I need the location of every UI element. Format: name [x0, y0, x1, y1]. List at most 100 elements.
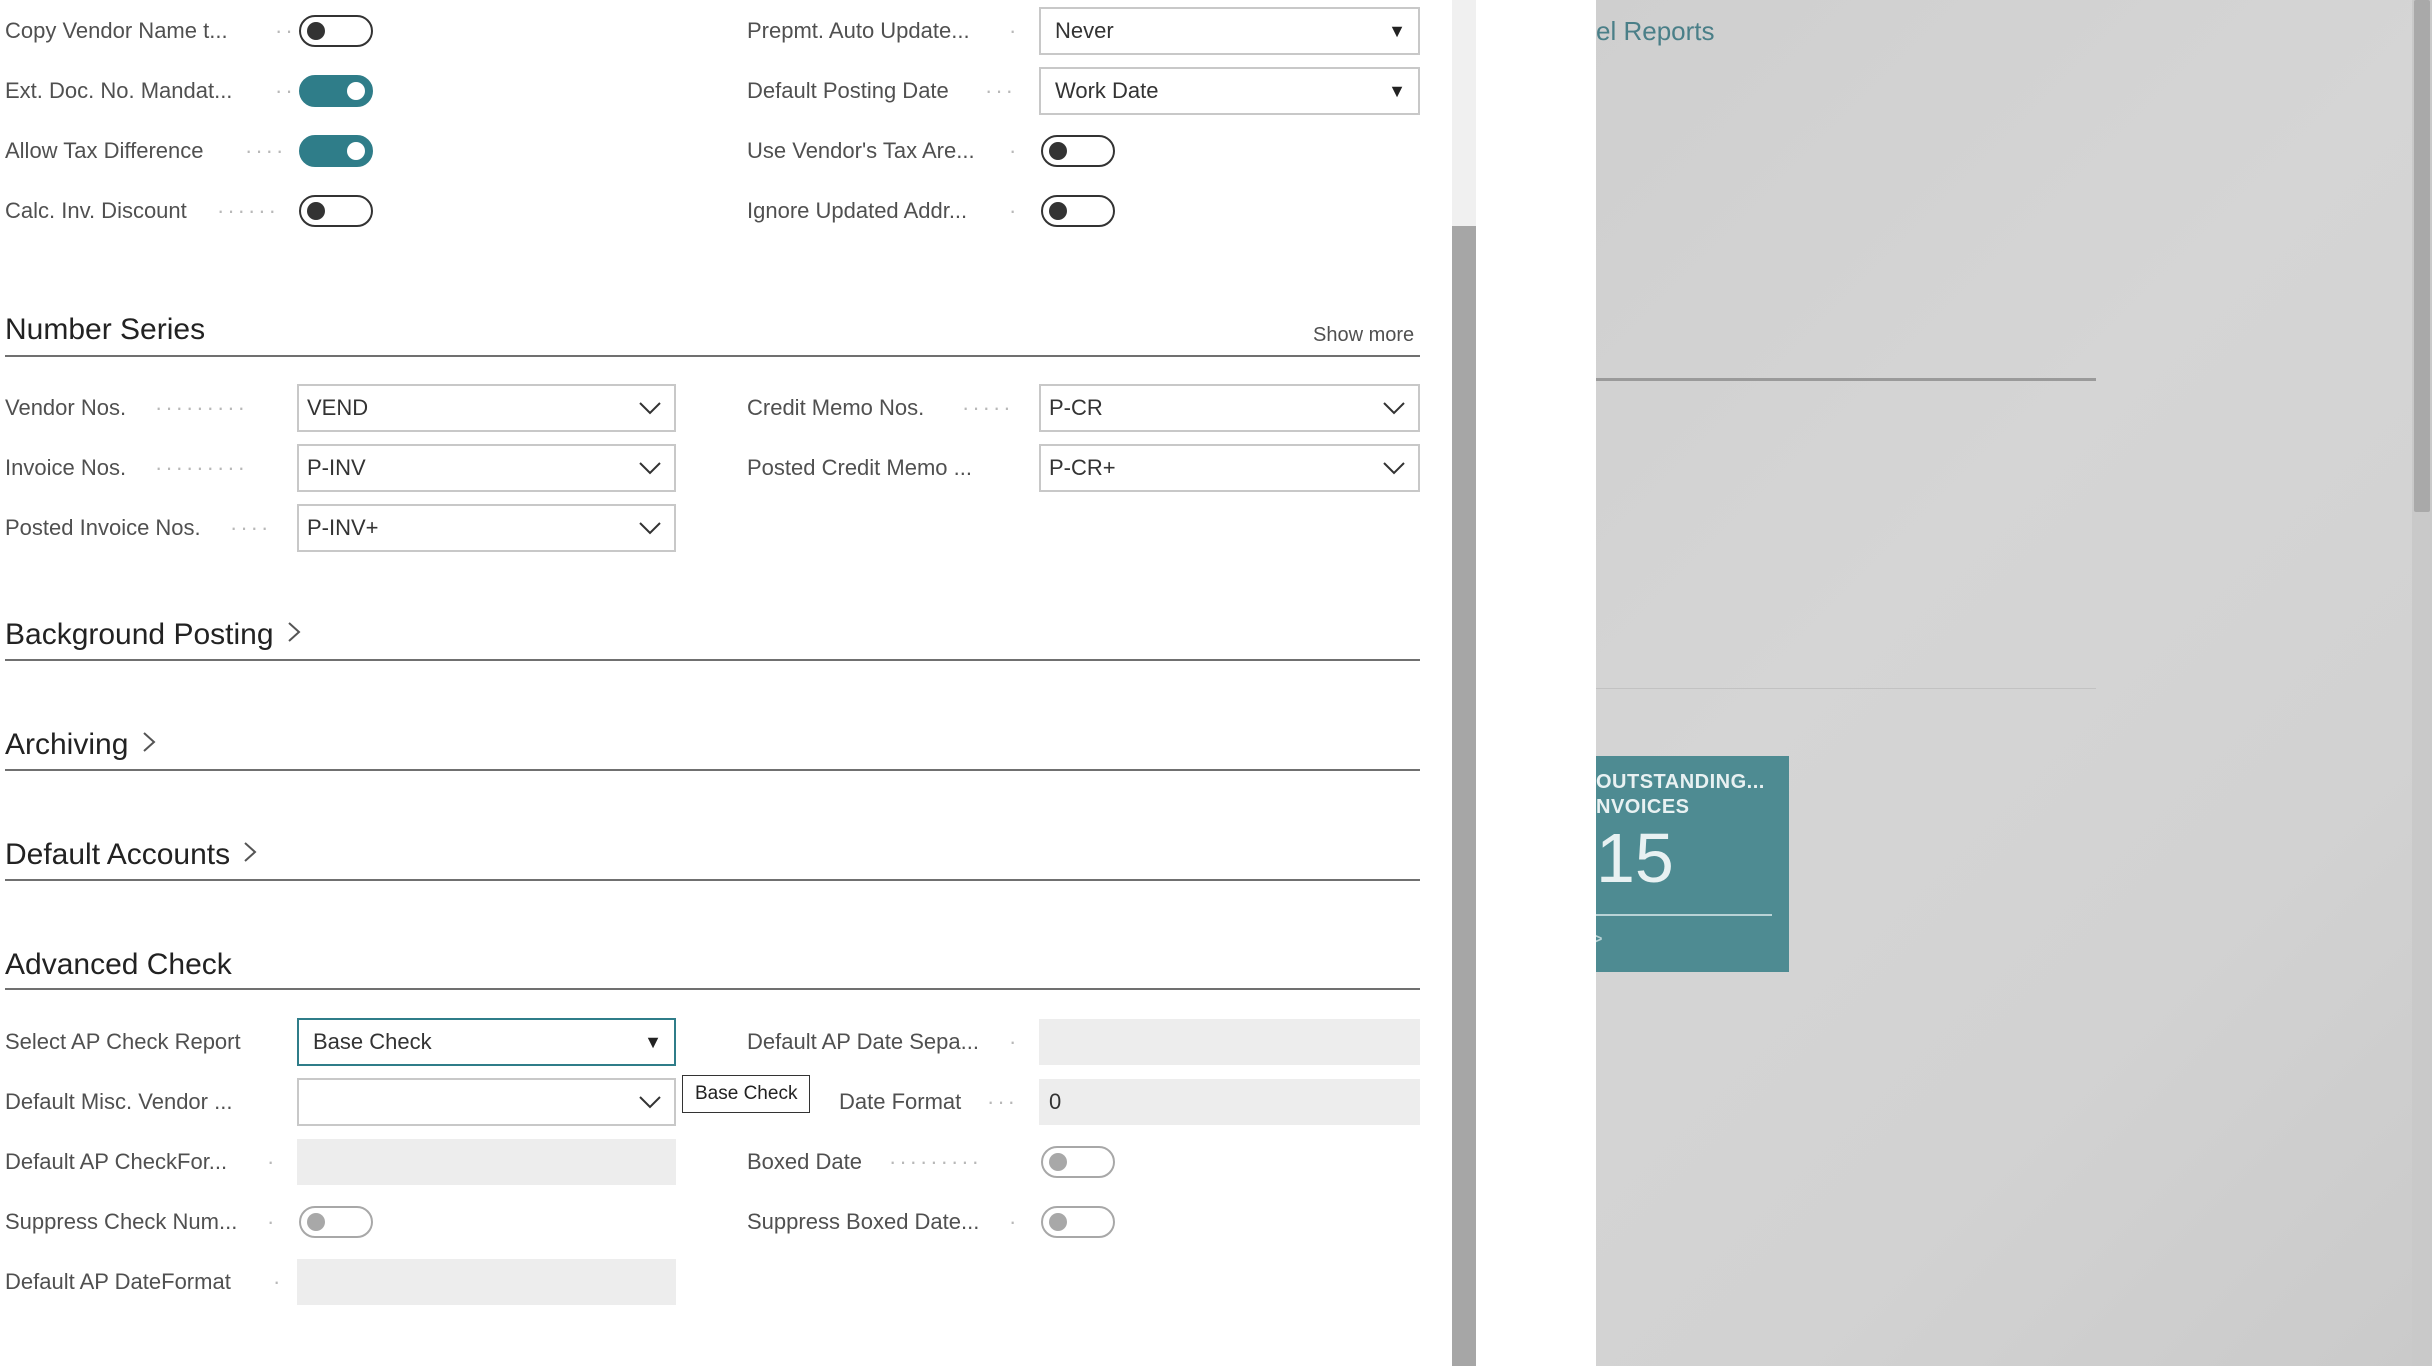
- tile-divider: [1596, 914, 1772, 916]
- prepmt-auto-update-field: Prepmt. Auto Update... · Never ▼: [747, 7, 1420, 55]
- credit-memo-nos-input[interactable]: P-CR: [1039, 384, 1420, 432]
- field-label: Date Format: [839, 1089, 962, 1114]
- field-label: Default AP CheckFor...: [5, 1149, 228, 1174]
- date-format-input[interactable]: 0: [1039, 1079, 1420, 1125]
- allow-tax-difference-toggle[interactable]: [299, 135, 373, 167]
- dropdown-arrow-icon: ▼: [1388, 21, 1406, 41]
- field-label: Vendor Nos.: [5, 395, 127, 420]
- default-ap-dateformat-field: Default AP DateFormat ·: [5, 1258, 676, 1306]
- field-label: Suppress Check Num...: [5, 1209, 238, 1234]
- chevron-down-icon: [1383, 462, 1405, 475]
- chevron-down-icon: [639, 1096, 661, 1109]
- section-title: Archiving: [5, 728, 129, 761]
- tooltip: Base Check: [682, 1075, 811, 1113]
- use-vendor-tax-area-toggle[interactable]: [1041, 135, 1115, 167]
- archiving-header[interactable]: Archiving: [5, 728, 157, 762]
- posted-invoice-nos-input[interactable]: P-INV+: [297, 504, 676, 552]
- section-title: Default Accounts: [5, 838, 231, 871]
- field-label: Prepmt. Auto Update...: [747, 18, 970, 43]
- boxed-date-toggle[interactable]: [1041, 1146, 1115, 1178]
- default-ap-checkformat-input[interactable]: [297, 1139, 676, 1185]
- show-more-link[interactable]: Show more: [1313, 324, 1414, 347]
- input-value: P-CR: [1049, 395, 1103, 420]
- field-label: Select AP Check Report: [5, 1029, 241, 1054]
- posted-credit-memo-nos-field: Posted Credit Memo ... P-CR+: [747, 444, 1420, 492]
- copy-vendor-name-toggle[interactable]: [299, 15, 373, 47]
- copy-vendor-name-field: Copy Vendor Name t... ··: [5, 7, 375, 55]
- vendor-setup-panel: Copy Vendor Name t... ·· Ext. Doc. No. M…: [0, 0, 1476, 1366]
- invoice-nos-input[interactable]: P-INV: [297, 444, 676, 492]
- field-label: Ext. Doc. No. Mandat...: [5, 78, 233, 103]
- default-accounts-header[interactable]: Default Accounts: [5, 838, 258, 872]
- select-value: Base Check: [313, 1029, 432, 1054]
- panel-gap: [1476, 0, 1596, 1366]
- section-title: Background Posting: [5, 618, 274, 651]
- calc-inv-discount-toggle[interactable]: [299, 195, 373, 227]
- field-label: Boxed Date: [747, 1149, 862, 1174]
- default-misc-vendor-input[interactable]: [297, 1078, 676, 1126]
- field-label: Use Vendor's Tax Are...: [747, 138, 975, 163]
- section-divider: [5, 355, 1420, 357]
- select-value: Never: [1055, 18, 1114, 43]
- default-misc-vendor-field: Default Misc. Vendor ...: [5, 1078, 676, 1126]
- field-label: Default Posting Date: [747, 78, 949, 103]
- field-label: Suppress Boxed Date...: [747, 1209, 980, 1234]
- chevron-down-icon: [639, 522, 661, 535]
- invoice-nos-field: Invoice Nos. ········· P-INV: [5, 444, 676, 492]
- background-divider: [1596, 378, 2096, 381]
- advanced-check-title: Advanced Check: [5, 948, 232, 981]
- number-series-title: Number Series: [5, 313, 206, 346]
- suppress-check-num-toggle[interactable]: [299, 1206, 373, 1238]
- input-value: P-INV: [307, 455, 366, 480]
- section-divider: [5, 659, 1420, 661]
- field-label: Allow Tax Difference: [5, 138, 204, 163]
- background-posting-header[interactable]: Background Posting: [5, 618, 302, 652]
- prepmt-auto-update-select[interactable]: Never ▼: [1039, 7, 1420, 55]
- use-vendor-tax-area-field: Use Vendor's Tax Are... ·: [747, 127, 1420, 175]
- default-ap-date-separator-field: Default AP Date Sepa... ·: [747, 1018, 1420, 1066]
- chevron-right-icon: [244, 842, 257, 862]
- field-label: Calc. Inv. Discount: [5, 198, 187, 223]
- calc-inv-discount-field: Calc. Inv. Discount ······: [5, 187, 375, 235]
- tile-title: OUTSTANDING... NVOICES: [1596, 771, 1765, 818]
- field-label: Ignore Updated Addr...: [747, 198, 968, 223]
- vendor-nos-input[interactable]: VEND: [297, 384, 676, 432]
- field-label: Copy Vendor Name t...: [5, 18, 228, 43]
- input-value: P-CR+: [1049, 455, 1116, 480]
- field-label: Invoice Nos.: [5, 455, 127, 480]
- tile-count: 15: [1596, 819, 1674, 897]
- suppress-boxed-date-toggle[interactable]: [1041, 1206, 1115, 1238]
- dropdown-arrow-icon: ▼: [1388, 81, 1406, 101]
- default-ap-dateformat-input[interactable]: [297, 1259, 676, 1305]
- posted-credit-memo-nos-input[interactable]: P-CR+: [1039, 444, 1420, 492]
- ignore-updated-address-toggle[interactable]: [1041, 195, 1115, 227]
- date-format-field: Date Format ··· 0: [747, 1078, 1420, 1126]
- field-label: Default AP DateFormat: [5, 1269, 231, 1294]
- chevron-down-icon: [1383, 402, 1405, 415]
- dropdown-arrow-icon: ▼: [644, 1032, 662, 1052]
- select-ap-check-report-field: Select AP Check Report Base Check ▼: [5, 1018, 676, 1066]
- field-label: Posted Credit Memo ...: [747, 455, 972, 480]
- default-posting-date-select[interactable]: Work Date ▼: [1039, 67, 1420, 115]
- chevron-right-icon: [143, 732, 156, 752]
- reports-link: el Reports: [1596, 16, 1715, 46]
- ignore-updated-address-field: Ignore Updated Addr... ·: [747, 187, 1420, 235]
- panel-scrollbar-thumb[interactable]: [1452, 226, 1476, 1366]
- vendor-nos-field: Vendor Nos. ········· VEND: [5, 384, 676, 432]
- section-divider: [5, 879, 1420, 881]
- suppress-boxed-date-field: Suppress Boxed Date... ·: [747, 1198, 1420, 1246]
- chevron-down-icon: [639, 402, 661, 415]
- boxed-date-field: Boxed Date ·········: [747, 1138, 1420, 1186]
- ext-doc-no-mandatory-toggle[interactable]: [299, 75, 373, 107]
- default-ap-date-separator-input[interactable]: [1039, 1019, 1420, 1065]
- posted-invoice-nos-field: Posted Invoice Nos. ···· P-INV+: [5, 504, 676, 552]
- select-ap-check-report-select[interactable]: Base Check ▼: [297, 1018, 676, 1066]
- outstanding-invoices-tile: OUTSTANDING... NVOICES 15 >: [1596, 756, 1789, 972]
- section-divider: [5, 988, 1420, 990]
- suppress-check-num-field: Suppress Check Num... ·: [5, 1198, 676, 1246]
- select-value: Work Date: [1055, 78, 1159, 103]
- input-value: 0: [1049, 1089, 1062, 1114]
- input-value: VEND: [307, 395, 369, 420]
- background-divider: [1596, 688, 2096, 689]
- allow-tax-difference-field: Allow Tax Difference ····: [5, 127, 375, 175]
